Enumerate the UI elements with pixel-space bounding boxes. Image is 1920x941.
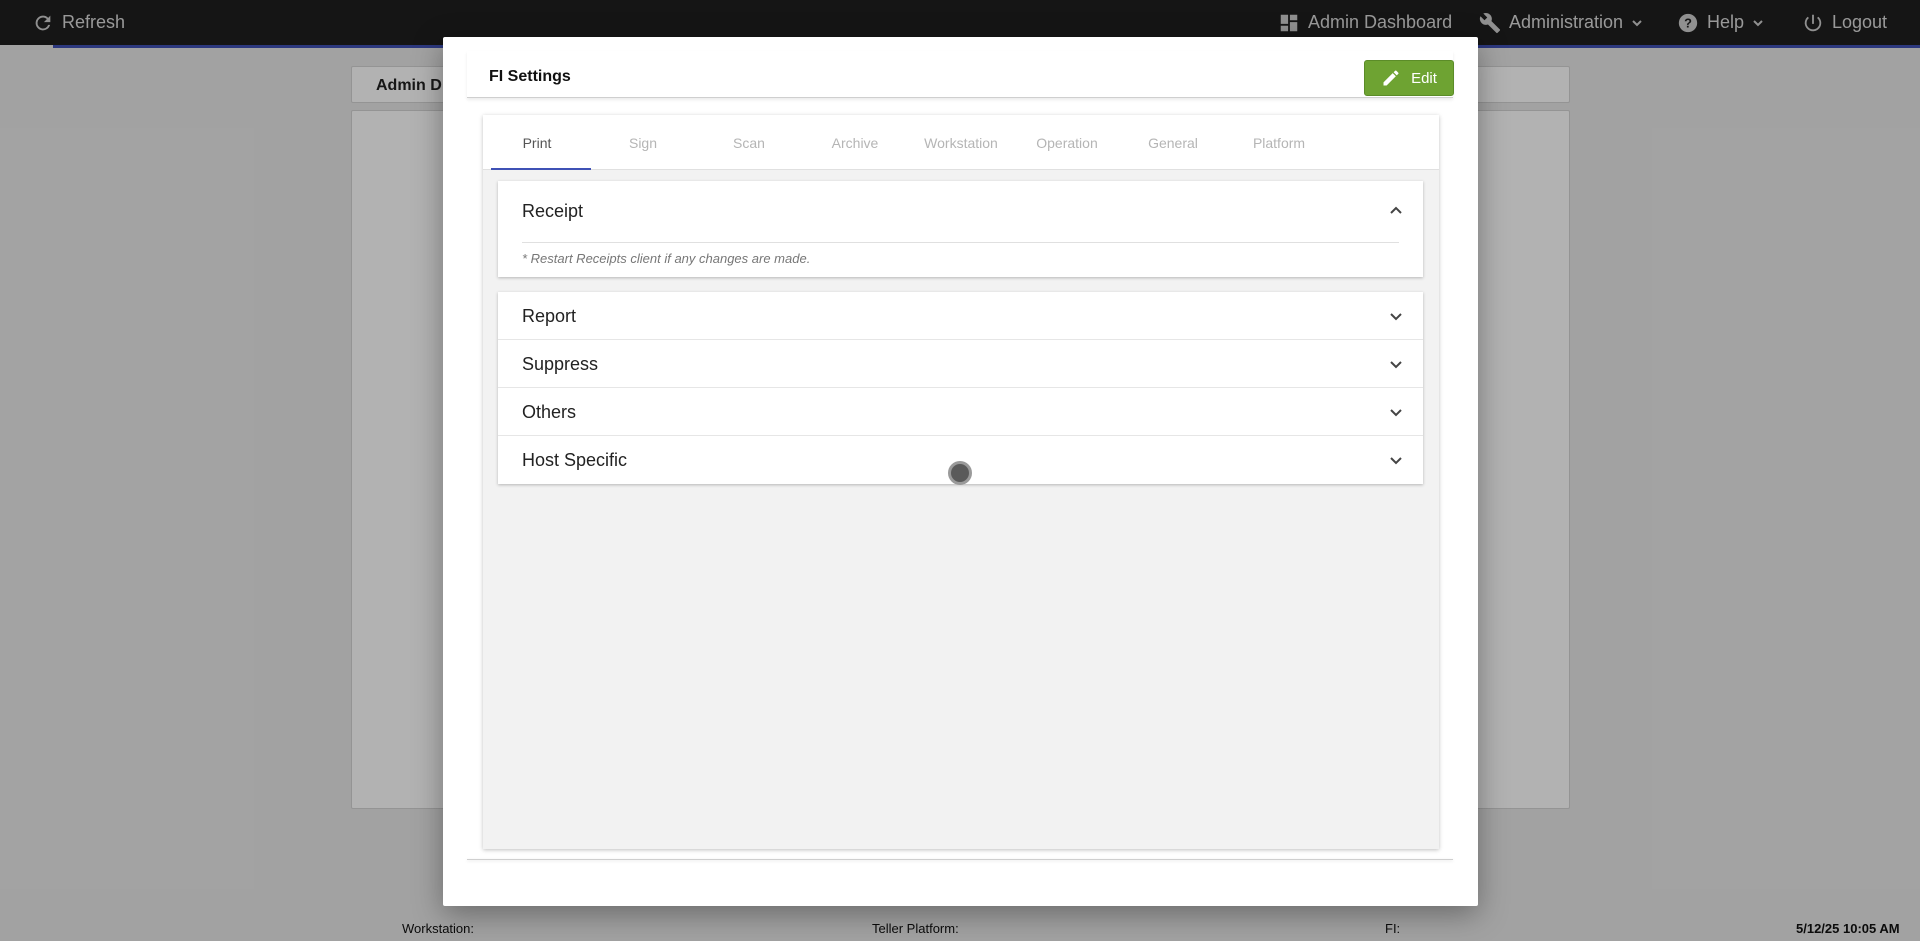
pencil-icon: [1383, 70, 1399, 86]
mouse-cursor-indicator: [948, 461, 972, 485]
receipt-note: * Restart Receipts client if any changes…: [522, 251, 811, 266]
tab-print[interactable]: Print: [487, 115, 591, 170]
chevron-down-icon: [1389, 358, 1403, 372]
dialog-footer-divider: [467, 859, 1453, 860]
section-report-label: Report: [522, 306, 577, 326]
tab-archive[interactable]: Archive: [805, 115, 905, 170]
settings-sections: Report Suppress Others Host Specific: [498, 292, 1423, 484]
receipt-panel-header[interactable]: Receipt: [522, 201, 583, 222]
receipt-divider: [522, 242, 1399, 243]
section-suppress[interactable]: Suppress: [498, 340, 1423, 388]
tab-general[interactable]: General: [1123, 115, 1223, 170]
tab-scan[interactable]: Scan: [699, 115, 799, 170]
dialog-header: FI Settings: [467, 51, 1453, 98]
edit-label: Edit: [1411, 69, 1437, 87]
tab-sign[interactable]: Sign: [593, 115, 693, 170]
settings-tabs: Print Sign Scan Archive Workstation Oper…: [483, 115, 1439, 170]
chevron-down-icon: [1389, 406, 1403, 420]
section-suppress-label: Suppress: [522, 354, 599, 374]
section-others[interactable]: Others: [498, 388, 1423, 436]
receipt-panel: Receipt * Restart Receipts client if any…: [498, 181, 1423, 277]
tab-platform[interactable]: Platform: [1229, 115, 1329, 170]
chevron-down-icon: [1389, 310, 1403, 324]
section-others-label: Others: [522, 402, 577, 422]
dialog-title: FI Settings: [489, 68, 571, 85]
chevron-down-icon: [1389, 454, 1403, 468]
tab-workstation[interactable]: Workstation: [911, 115, 1011, 170]
section-host-specific-label: Host Specific: [522, 450, 628, 470]
tab-operation[interactable]: Operation: [1017, 115, 1117, 170]
chevron-up-icon[interactable]: [1389, 203, 1403, 217]
section-report[interactable]: Report: [498, 292, 1423, 340]
edit-button[interactable]: Edit: [1364, 60, 1454, 96]
